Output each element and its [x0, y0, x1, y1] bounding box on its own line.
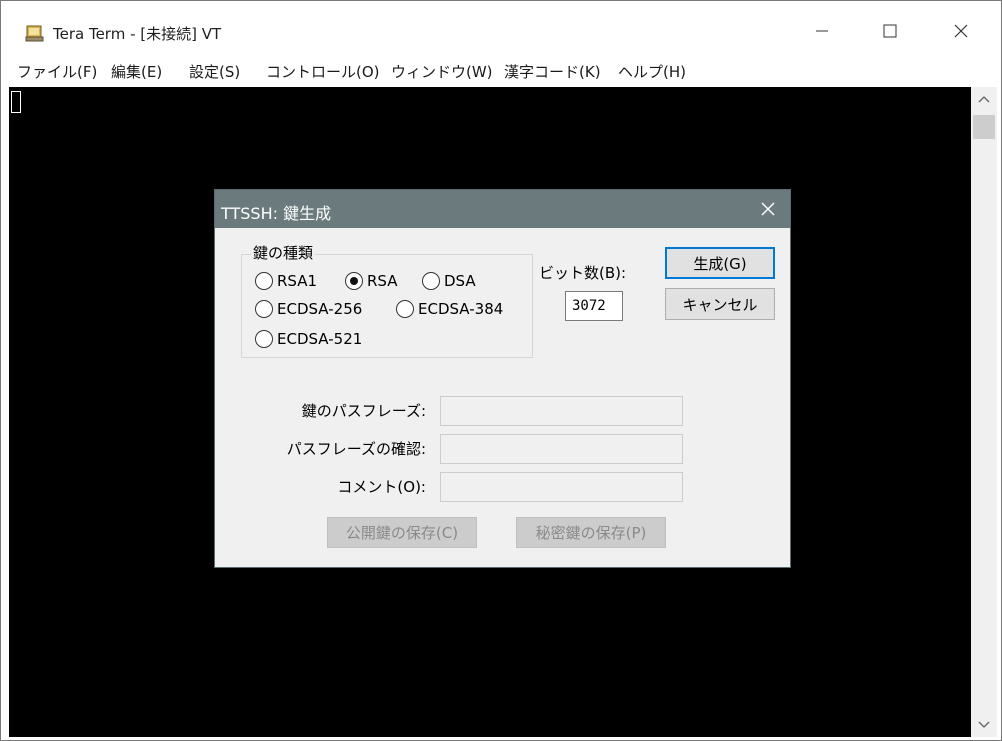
radio-label: ECDSA-384	[418, 300, 504, 318]
generate-button[interactable]: 生成(G)	[665, 247, 775, 279]
comment-label: コメント(O):	[337, 478, 426, 496]
save-public-key-button: 公開鍵の保存(C)	[327, 517, 477, 548]
radio-label: RSA	[367, 272, 398, 290]
radio-dsa[interactable]: DSA	[422, 272, 476, 290]
dialog-title-bar[interactable]: TTSSH: 鍵生成	[215, 190, 790, 228]
menu-edit[interactable]: 編集(E)	[111, 61, 162, 82]
comment-field	[440, 472, 683, 502]
scroll-up-button[interactable]	[971, 87, 997, 111]
menu-kanji-code[interactable]: 漢字コード(K)	[504, 61, 601, 82]
vertical-scrollbar[interactable]	[971, 87, 997, 737]
key-generation-dialog: TTSSH: 鍵生成 鍵の種類 RSA1 RSA DSA ECDSA-256 E…	[214, 189, 791, 568]
radio-ecdsa-521[interactable]: ECDSA-521	[255, 330, 362, 348]
radio-indicator	[422, 272, 440, 290]
passphrase-field	[440, 396, 683, 426]
key-type-group-label: 鍵の種類	[251, 242, 316, 263]
maximize-button[interactable]	[867, 15, 913, 47]
radio-ecdsa-256[interactable]: ECDSA-256	[255, 300, 362, 318]
bits-input[interactable]: 3072	[565, 291, 623, 321]
menu-bar: ファイル(F) 編集(E) 設定(S) コントロール(O) ウィンドウ(W) 漢…	[1, 57, 1001, 85]
radio-indicator	[255, 272, 273, 290]
radio-indicator	[255, 300, 273, 318]
radio-label: ECDSA-256	[277, 300, 363, 318]
confirm-passphrase-label: パスフレーズの確認:	[286, 440, 426, 458]
close-icon	[954, 24, 968, 38]
menu-control[interactable]: コントロール(O)	[266, 61, 380, 82]
radio-indicator	[396, 300, 414, 318]
radio-label: ECDSA-521	[277, 330, 363, 348]
menu-help[interactable]: ヘルプ(H)	[618, 61, 686, 82]
dialog-close-button[interactable]	[756, 198, 780, 220]
confirm-passphrase-field	[440, 434, 683, 464]
text-cursor	[11, 91, 21, 113]
radio-rsa1[interactable]: RSA1	[255, 272, 317, 290]
radio-ecdsa-384[interactable]: ECDSA-384	[396, 300, 503, 318]
close-icon	[761, 202, 775, 216]
chevron-up-icon	[978, 96, 990, 103]
menu-file[interactable]: ファイル(F)	[17, 61, 97, 82]
scroll-down-button[interactable]	[971, 713, 997, 737]
radio-indicator	[255, 330, 273, 348]
radio-label: DSA	[444, 272, 476, 290]
chevron-down-icon	[978, 721, 990, 728]
menu-window[interactable]: ウィンドウ(W)	[391, 61, 493, 82]
tera-term-icon	[25, 23, 45, 43]
window-title: Tera Term - [未接続] VT	[53, 25, 222, 43]
title-bar[interactable]: Tera Term - [未接続] VT	[1, 1, 1001, 53]
close-button[interactable]	[938, 15, 984, 47]
bits-label: ビット数(B):	[539, 264, 627, 282]
radio-indicator	[345, 272, 363, 290]
minimize-button[interactable]	[799, 15, 845, 47]
minimize-icon	[816, 30, 828, 32]
tera-term-window: Tera Term - [未接続] VT ファイル(F) 編集(E) 設定(S)…	[0, 0, 1002, 741]
radio-label: RSA1	[277, 272, 318, 290]
dialog-title: TTSSH: 鍵生成	[221, 204, 332, 223]
radio-rsa[interactable]: RSA	[345, 272, 397, 290]
maximize-icon	[883, 24, 897, 38]
save-private-key-button: 秘密鍵の保存(P)	[516, 517, 666, 548]
passphrase-label: 鍵のパスフレーズ:	[301, 402, 426, 420]
cancel-button[interactable]: キャンセル	[665, 288, 775, 320]
scroll-thumb[interactable]	[973, 115, 995, 139]
menu-setup[interactable]: 設定(S)	[189, 61, 240, 82]
